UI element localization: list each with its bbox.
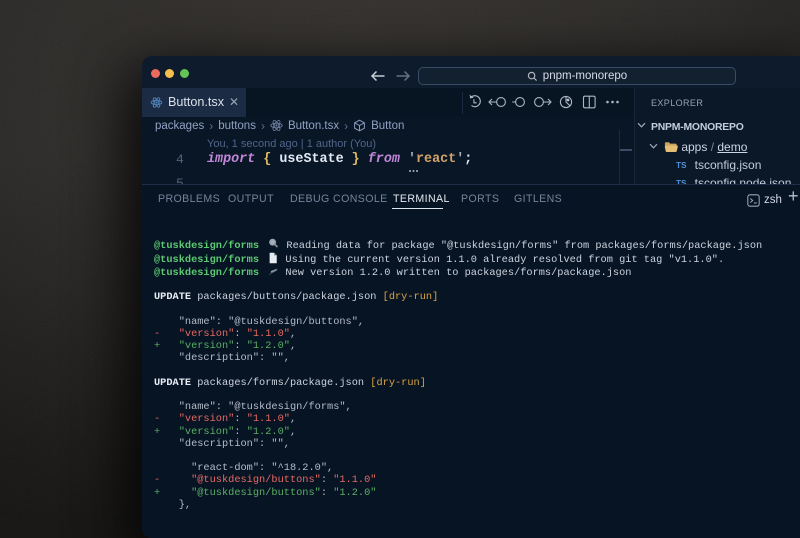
svg-text:TS: TS: [676, 161, 687, 170]
